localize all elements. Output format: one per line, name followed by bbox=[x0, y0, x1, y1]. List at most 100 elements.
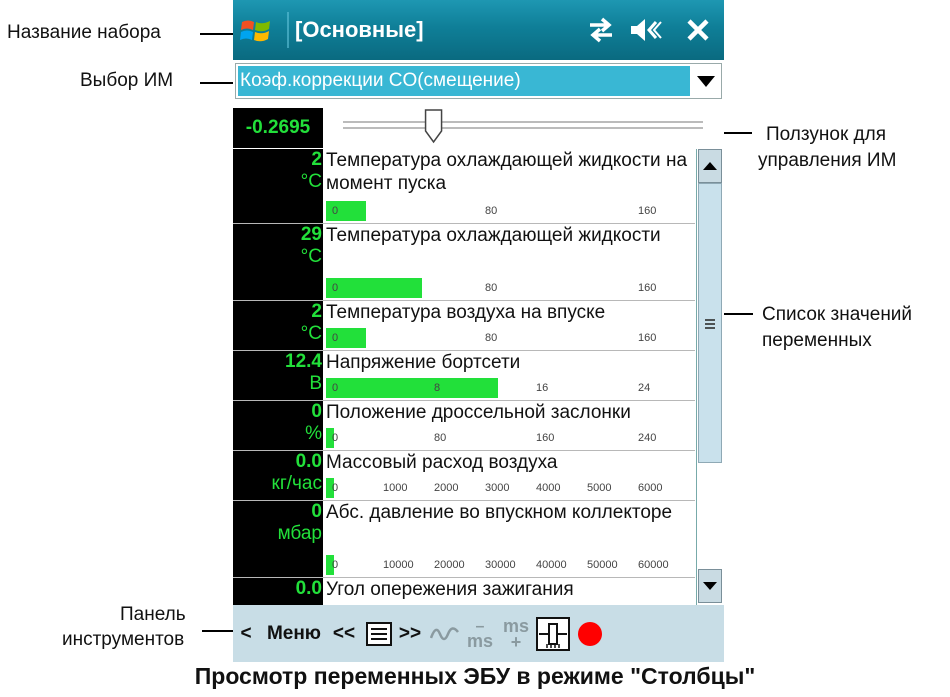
im-slider[interactable] bbox=[343, 109, 703, 145]
bar-tick-label: 0 bbox=[332, 205, 339, 217]
variable-row[interactable]: 0 мбар Абс. давление во впускном коллектор… bbox=[233, 501, 695, 578]
window-title: [Основные] bbox=[295, 17, 424, 42]
device-screen: [Основные] Коэф.коррекции CO(смещение) -… bbox=[233, 0, 724, 662]
prev-label: << bbox=[332, 622, 356, 644]
bar-tick-label: 0 bbox=[332, 382, 339, 394]
variable-value-cell: 0% bbox=[233, 401, 323, 450]
variable-unit: °C bbox=[300, 171, 322, 192]
scrollbar-thumb[interactable] bbox=[698, 183, 722, 463]
bar-tick-label: 0 bbox=[332, 282, 339, 294]
bar-tick-label: 6000 bbox=[638, 482, 663, 494]
bar-tick-label: 30000 bbox=[485, 559, 516, 571]
speaker-muted-icon[interactable] bbox=[629, 16, 663, 44]
im-select-dropdown[interactable]: Коэф.коррекции CO(смещение) bbox=[235, 63, 722, 99]
record-button[interactable] bbox=[573, 605, 607, 662]
windows-logo-icon[interactable] bbox=[239, 14, 273, 46]
ms-increase-button[interactable]: ms + bbox=[499, 605, 533, 662]
waveform-button[interactable] bbox=[429, 605, 461, 662]
menu-button[interactable]: Меню bbox=[261, 605, 327, 662]
bar-tick-label: 8 bbox=[434, 382, 441, 394]
ms-decrease-button[interactable]: – ms bbox=[463, 605, 497, 662]
variable-value: 2 bbox=[311, 149, 322, 170]
variable-name: Температура охлаждающей жидкости на моме… bbox=[326, 150, 688, 194]
variable-value-cell: 0.0 кг/час bbox=[233, 451, 323, 500]
next-label: >> bbox=[398, 622, 422, 644]
variable-row[interactable]: 0% Положение дроссельной заслонки 0 80 160 24… bbox=[233, 401, 695, 451]
value-bar: 0 80 160 bbox=[326, 201, 686, 221]
bar-tick-label: 24 bbox=[638, 382, 651, 394]
list-view-icon bbox=[366, 621, 392, 646]
title-bar: [Основные] bbox=[233, 0, 724, 60]
connection-icon[interactable] bbox=[586, 16, 616, 44]
variable-name: Массовый расход воздуха bbox=[326, 452, 558, 473]
callout-im-select: Выбор ИМ bbox=[80, 70, 174, 91]
variable-row[interactable]: 0.0 Угол опережения зажигания bbox=[233, 578, 695, 605]
value-bar-fill bbox=[326, 378, 498, 398]
prev-page-button[interactable]: << bbox=[329, 605, 359, 662]
variable-value-cell: 2 °C bbox=[233, 149, 323, 223]
bar-tick-label: 160 bbox=[536, 432, 555, 444]
variable-value: 12.4 bbox=[285, 351, 322, 372]
bar-tick-label: 0 bbox=[332, 559, 339, 571]
bar-tick-label: 5000 bbox=[587, 482, 612, 494]
callout-list-line2: переменных bbox=[762, 330, 872, 351]
close-icon[interactable] bbox=[686, 16, 710, 44]
bar-tick-label: 80 bbox=[485, 205, 498, 217]
variable-value: 0 bbox=[311, 401, 322, 422]
variable-name: Положение дроссельной заслонки bbox=[326, 402, 631, 423]
bar-tick-label: 80 bbox=[434, 432, 447, 444]
bar-tick-label: 160 bbox=[638, 205, 657, 217]
im-value-display: -0.2695 bbox=[233, 108, 323, 148]
triangle-down-icon bbox=[703, 582, 717, 590]
variable-row[interactable]: 2 °C Температура охлаждающей жидкости на м… bbox=[233, 149, 695, 224]
variable-value-cell: 0 мбар bbox=[233, 501, 323, 577]
variable-value-cell: 29 °C bbox=[233, 224, 323, 300]
variable-row[interactable]: 29 °C Температура охлаждающей жидкости 0 80 1… bbox=[233, 224, 695, 301]
slider-thumb[interactable] bbox=[424, 109, 443, 144]
callout-slider-line1: Ползунок для bbox=[766, 124, 887, 145]
back-button[interactable]: < bbox=[235, 605, 257, 662]
ms-minus-label: ms bbox=[466, 630, 493, 651]
bar-mode-icon bbox=[536, 616, 570, 651]
value-bar: 0 80 160 bbox=[326, 328, 686, 348]
variable-row[interactable]: 0.0 кг/час Массовый расход воздуха 0 1000 200… bbox=[233, 451, 695, 501]
triangle-up-icon bbox=[703, 162, 717, 170]
variable-row[interactable]: 2 °C Температура воздуха на впуске 0 80 160 bbox=[233, 301, 695, 351]
scroll-down-button[interactable] bbox=[698, 569, 722, 603]
variable-name: Угол опережения зажигания bbox=[326, 579, 574, 600]
scrollbar[interactable] bbox=[696, 149, 722, 605]
variable-value-cell: 2 °C bbox=[233, 301, 323, 350]
variable-value: 0.0 bbox=[295, 451, 322, 472]
bars-mode-button[interactable] bbox=[535, 605, 571, 662]
chevron-down-icon[interactable] bbox=[697, 76, 715, 88]
figure-caption: Просмотр переменных ЭБУ в режиме "Столбц… bbox=[194, 663, 756, 689]
variable-name: Температура охлаждающей жидкости bbox=[326, 225, 661, 246]
variable-unit: % bbox=[305, 423, 322, 444]
value-bar: 0 1000 2000 3000 4000 5000 6000 bbox=[326, 478, 686, 498]
callout-toolbar-line2: инструментов bbox=[62, 629, 185, 650]
record-icon bbox=[578, 621, 602, 646]
bar-tick-label: 160 bbox=[638, 332, 657, 344]
bar-tick-label: 0 bbox=[332, 332, 339, 344]
bar-tick-label: 3000 bbox=[485, 482, 510, 494]
variable-value: 0 bbox=[311, 501, 322, 522]
im-select-value[interactable]: Коэф.коррекции CO(смещение) bbox=[238, 66, 690, 96]
bar-tick-label: 1000 bbox=[383, 482, 408, 494]
variable-value-cell: 12.4 В bbox=[233, 351, 323, 400]
value-bar: 0 10000 20000 30000 40000 50000 60000 bbox=[326, 555, 686, 575]
variable-name: Абс. давление во впускном коллекторе bbox=[326, 502, 673, 523]
title-separator bbox=[287, 12, 289, 48]
menu-label: Меню bbox=[266, 622, 322, 644]
variable-list[interactable]: 2 °C Температура охлаждающей жидкости на м… bbox=[233, 149, 695, 605]
callout-list-line1: Список значений bbox=[762, 304, 913, 325]
scroll-up-button[interactable] bbox=[698, 149, 722, 183]
value-bar: 0 80 160 bbox=[326, 278, 686, 298]
variable-unit: °C bbox=[300, 246, 322, 267]
next-page-button[interactable]: >> bbox=[395, 605, 425, 662]
back-label: < bbox=[240, 622, 252, 644]
bar-tick-label: 0 bbox=[332, 482, 339, 494]
bar-tick-label: 240 bbox=[638, 432, 657, 444]
bar-tick-label: 2000 bbox=[434, 482, 459, 494]
variable-row[interactable]: 12.4 В Напряжение бортсети 0 8 16 24 bbox=[233, 351, 695, 401]
list-view-button[interactable] bbox=[364, 605, 394, 662]
